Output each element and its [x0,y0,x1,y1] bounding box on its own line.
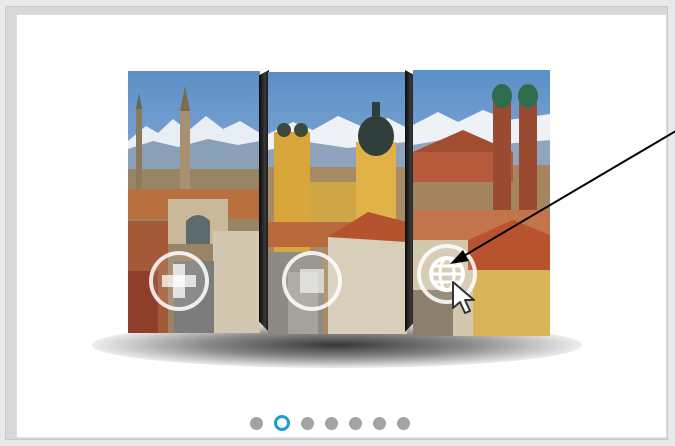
mouse-cursor-icon [452,281,475,314]
pagination-dot[interactable] [250,416,263,430]
pagination-dot-active[interactable] [274,415,290,431]
plus-icon [162,264,196,298]
pagination-dot[interactable] [325,416,338,430]
add-button[interactable] [149,251,209,311]
stop-button[interactable] [282,251,342,311]
pagination-dot[interactable] [301,416,314,430]
carousel-stage [0,0,675,446]
carousel-pagination [250,414,440,432]
pagination-dot[interactable] [373,416,386,430]
pagination-dot[interactable] [397,416,410,430]
pagination-dot[interactable] [349,416,362,430]
square-stop-icon [300,269,324,293]
